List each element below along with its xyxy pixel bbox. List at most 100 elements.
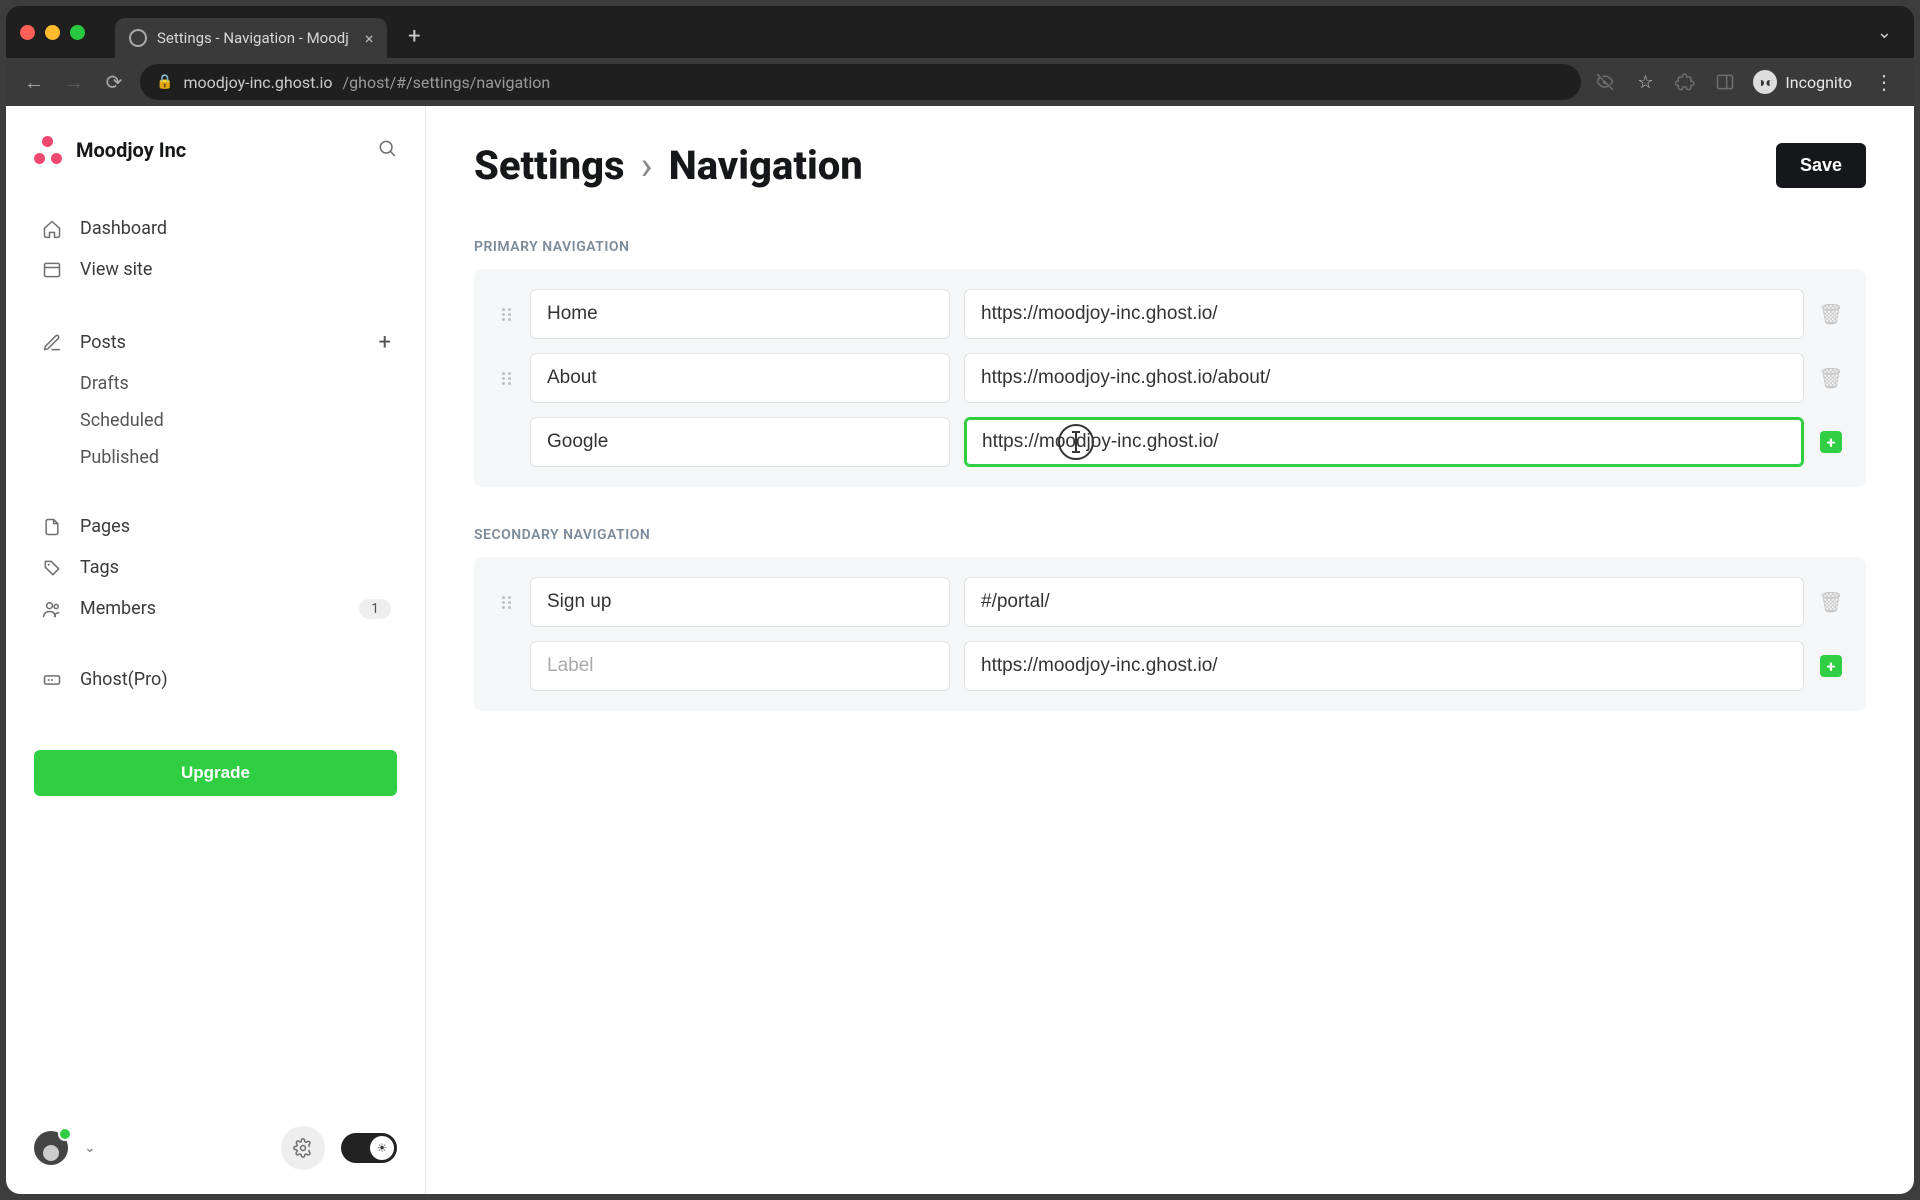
status-dot-icon [58,1127,72,1141]
chevron-right-icon: › [641,142,653,189]
nav-row-new: + [496,641,1844,691]
sidebar-item-posts[interactable]: Posts + [34,320,397,365]
breadcrumb-parent[interactable]: Settings [474,142,625,189]
app-sidebar: Moodjoy Inc Dashboard View site [6,106,426,1194]
upgrade-button[interactable]: Upgrade [34,750,397,796]
window-traffic-lights [20,25,85,40]
reload-button[interactable]: ⟳ [100,70,128,94]
nav-label-input[interactable] [530,417,950,467]
drag-handle-icon[interactable] [496,596,516,609]
back-button[interactable]: ← [20,70,48,95]
sidebar-item-label: Tags [80,557,119,578]
window-maximize-button[interactable] [70,25,85,40]
tab-close-button[interactable]: × [365,29,374,48]
nav-url-input[interactable] [964,289,1804,339]
nav-row: 🗑 [496,289,1844,339]
tab-title: Settings - Navigation - Moodj [157,29,349,47]
delete-row-button[interactable]: 🗑 [1818,301,1844,327]
browser-toolbar: ← → ⟳ 🔒 moodjoy-inc.ghost.io/ghost/#/set… [6,58,1914,106]
sidebar-item-ghost-pro[interactable]: Ghost(Pro) [34,659,397,700]
sidebar-item-members[interactable]: Members 1 [34,588,397,629]
lock-icon: 🔒 [156,74,173,90]
sidebar-item-label: Members [80,598,156,619]
members-count-badge: 1 [359,599,391,619]
secondary-nav-panel: 🗑 + [474,557,1866,711]
tag-icon [40,558,64,578]
delete-row-button[interactable]: 🗑 [1818,589,1844,615]
nav-label-input[interactable] [530,641,950,691]
settings-button[interactable] [281,1126,325,1170]
nav-label-input[interactable] [530,289,950,339]
window-minimize-button[interactable] [45,25,60,40]
browser-tab-strip: Settings - Navigation - Moodj × + ⌄ [6,6,1914,58]
incognito-label: Incognito [1785,73,1852,92]
drag-handle-icon[interactable] [496,308,516,321]
tab-favicon-spinner-icon [129,29,147,47]
brand-logo-icon [34,136,62,164]
section-label-primary: Primary navigation [474,239,1866,255]
nav-url-input[interactable] [964,417,1804,467]
sidebar-item-tags[interactable]: Tags [34,547,397,588]
incognito-indicator[interactable]: ◑◐ Incognito [1753,70,1852,94]
members-icon [40,599,64,619]
window-icon [40,260,64,280]
page-icon [40,517,64,537]
sidebar-item-drafts[interactable]: Drafts [34,365,397,402]
brand-name[interactable]: Moodjoy Inc [76,138,186,162]
user-menu[interactable] [34,1131,68,1165]
home-icon [40,219,64,239]
drag-handle-icon[interactable] [496,372,516,385]
delete-row-button[interactable]: 🗑 [1818,365,1844,391]
nav-label-input[interactable] [530,577,950,627]
url-host: moodjoy-inc.ghost.io [183,73,332,92]
sidebar-item-dashboard[interactable]: Dashboard [34,208,397,249]
hide-eye-icon[interactable] [1593,70,1617,94]
browser-menu-button[interactable]: ⋮ [1868,70,1900,94]
trash-icon: 🗑 [1818,302,1843,326]
sidebar-item-published[interactable]: Published [34,439,397,476]
new-tab-button[interactable]: + [399,21,429,51]
sidebar-item-label: View site [80,259,152,280]
tabs-overflow-button[interactable]: ⌄ [1877,22,1900,43]
sidebar-item-scheduled[interactable]: Scheduled [34,402,397,439]
sidebar-item-view-site[interactable]: View site [34,249,397,290]
nav-row: 🗑 [496,353,1844,403]
nav-url-input[interactable] [964,641,1804,691]
sidebar-item-label: Dashboard [80,218,167,239]
sidebar-item-label: Posts [80,332,126,353]
trash-icon: 🗑 [1818,366,1843,390]
browser-tab[interactable]: Settings - Navigation - Moodj × [115,18,387,58]
add-row-button[interactable]: + [1818,653,1844,679]
new-post-button[interactable]: + [379,330,391,355]
section-label-secondary: Secondary navigation [474,527,1866,543]
ghost-pro-icon [40,670,64,690]
url-path: /ghost/#/settings/navigation [343,73,551,92]
chevron-down-icon: ⌄ [84,1140,96,1156]
primary-nav-panel: 🗑 🗑 + [474,269,1866,487]
theme-toggle[interactable]: ☀ [341,1133,397,1163]
extensions-puzzle-icon[interactable] [1673,70,1697,94]
search-button[interactable] [377,138,397,162]
nav-url-input[interactable] [964,577,1804,627]
forward-button[interactable]: → [60,70,88,95]
page-title: Navigation [669,142,863,189]
breadcrumb: Settings › Navigation [474,142,863,189]
plus-icon: + [1820,655,1842,677]
nav-row: 🗑 [496,577,1844,627]
save-button[interactable]: Save [1776,143,1866,188]
nav-url-input[interactable] [964,353,1804,403]
add-row-button[interactable]: + [1818,429,1844,455]
sidepanel-icon[interactable] [1713,70,1737,94]
plus-icon: + [1820,431,1842,453]
bookmark-star-icon[interactable]: ☆ [1633,70,1657,94]
sidebar-item-pages[interactable]: Pages [34,506,397,547]
window-close-button[interactable] [20,25,35,40]
incognito-icon: ◑◐ [1753,70,1777,94]
nav-label-input[interactable] [530,353,950,403]
nav-row-new: + [496,417,1844,467]
sidebar-item-label: Ghost(Pro) [80,669,168,690]
sun-icon: ☀ [370,1136,394,1160]
trash-icon: 🗑 [1818,590,1843,614]
address-bar[interactable]: 🔒 moodjoy-inc.ghost.io/ghost/#/settings/… [140,64,1581,100]
main-content: Settings › Navigation Save Primary navig… [426,106,1914,1194]
